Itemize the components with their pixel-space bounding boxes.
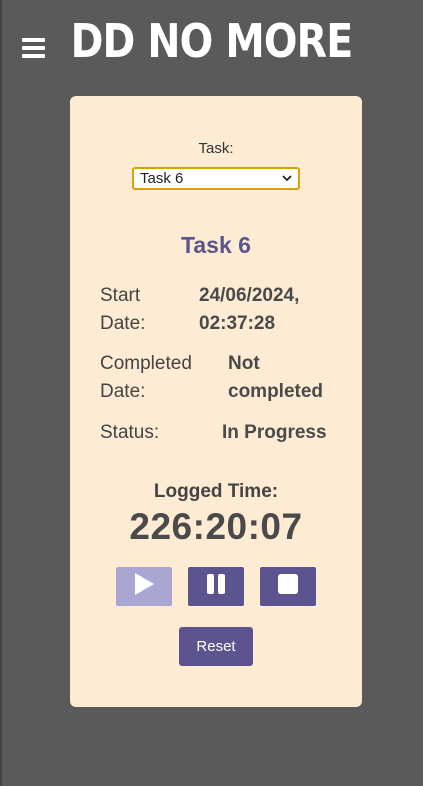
task-heading: Task 6 bbox=[181, 232, 251, 258]
play-button[interactable] bbox=[116, 567, 172, 606]
logged-time-label: Logged Time: bbox=[153, 481, 279, 502]
completed-date-value-line2: completed bbox=[228, 381, 324, 402]
task-select[interactable]: Task 6 bbox=[132, 167, 300, 190]
completed-date-label-line2: Date: bbox=[100, 381, 146, 402]
completed-date-label-line1: Completed bbox=[100, 353, 192, 374]
app-title: DD NO MORE bbox=[70, 14, 354, 68]
status-label: Status: bbox=[100, 422, 160, 443]
start-date-value-line1: 24/06/2024, bbox=[199, 285, 300, 306]
play-icon bbox=[132, 572, 156, 601]
start-date-value-line2: 02:37:28 bbox=[199, 313, 276, 334]
stop-icon bbox=[277, 573, 299, 600]
start-date-label-line2: Date: bbox=[100, 313, 146, 334]
window-edge bbox=[0, 0, 2, 786]
task-select-value: Task 6 bbox=[140, 170, 184, 187]
chevron-down-icon bbox=[282, 173, 292, 185]
pause-button[interactable] bbox=[188, 567, 244, 606]
pause-icon bbox=[205, 573, 227, 600]
task-card: Task: Task 6 Task 6 Start Date: 24/06/20… bbox=[70, 96, 362, 707]
start-date-label-line1: Start bbox=[100, 285, 141, 306]
stop-button[interactable] bbox=[260, 567, 316, 606]
completed-date-value-line1: Not bbox=[228, 353, 260, 374]
logged-time-value: 226:20:07 bbox=[129, 506, 303, 547]
reset-button[interactable]: Reset bbox=[179, 627, 253, 666]
status-value: In Progress bbox=[222, 422, 327, 443]
task-select-label: Task: bbox=[198, 140, 234, 157]
